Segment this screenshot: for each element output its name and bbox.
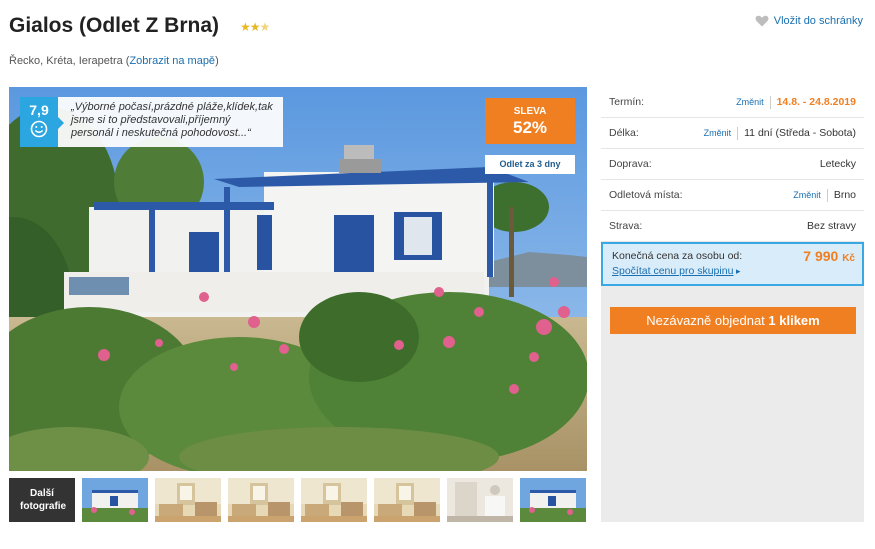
detail-label: Strava:: [609, 220, 643, 232]
thumbnail-image: [82, 478, 148, 522]
change-link[interactable]: Změnit: [736, 97, 764, 107]
divider: [737, 126, 739, 140]
review-quote: „Výborné počasí,prázdné pláže,klídek,tak…: [58, 97, 283, 147]
detail-value: Bez stravy: [806, 220, 856, 232]
heart-icon: [755, 15, 769, 27]
detail-row: Strava: Bez stravy: [601, 211, 864, 242]
detail-row: Odletová místa: Změnit Brno: [601, 180, 864, 211]
location-text-end: ): [215, 55, 219, 67]
star-rating: ★★★: [240, 20, 271, 34]
detail-value: Brno: [833, 189, 856, 201]
change-link[interactable]: Změnit: [704, 128, 732, 138]
detail-row: Termín: Změnit 14.8. - 24.8.2019: [601, 87, 864, 118]
detail-row: Doprava: Letecky: [601, 149, 864, 180]
order-button[interactable]: Nezávazně objednat 1 klikem: [610, 307, 856, 334]
thumbnail-image: [301, 478, 367, 522]
price-currency: Kč: [842, 253, 855, 264]
departure-badge: Odlet za 3 dny: [485, 155, 575, 174]
price-value: 7 990: [803, 248, 839, 264]
price-label: Konečná cena za osobu od:: [612, 250, 743, 262]
gallery-thumbnail[interactable]: [82, 478, 148, 522]
favorite-label: Vložit do schránky: [773, 15, 863, 27]
detail-label: Délka:: [609, 127, 639, 139]
gallery-thumbnail[interactable]: [228, 478, 294, 522]
thumbnail-image: [155, 478, 221, 522]
detail-row: Délka: Změnit 11 dní (Středa - Sobota): [601, 118, 864, 149]
location-text: Řecko, Kréta, Ierapetra (: [9, 55, 130, 67]
detail-value: Letecky: [819, 158, 856, 170]
detail-label: Odletová místa:: [609, 189, 683, 201]
rating-score: 7,9: [29, 102, 49, 118]
detail-label: Termín:: [609, 96, 645, 108]
detail-value: 14.8. - 24.8.2019: [776, 96, 856, 108]
group-price-link[interactable]: Spočítat cenu pro skupinu: [612, 265, 733, 277]
discount-label: SLEVA: [513, 106, 547, 117]
hotel-title: Gialos (Odlet Z Brna): [9, 14, 220, 37]
divider: [826, 188, 828, 202]
more-photos-button[interactable]: Další fotografie: [9, 478, 75, 522]
thumbnail-image: [447, 478, 513, 522]
order-button-text: Nezávazně objednat: [646, 313, 765, 328]
thumbnail-image: [520, 478, 586, 522]
thumbnail-image: [374, 478, 440, 522]
chevron-right-icon: ▸: [736, 266, 741, 276]
smiley-icon: [30, 120, 48, 138]
star-icon: ★: [249, 20, 261, 34]
add-to-favorites-button[interactable]: Vložit do schránky: [755, 15, 863, 27]
gallery-thumbnail[interactable]: [155, 478, 221, 522]
gallery-thumbnail[interactable]: [520, 478, 586, 522]
order-button-strong: 1 klikem: [768, 313, 820, 328]
customer-rating-badge: 7,9: [20, 97, 58, 147]
detail-value: 11 dní (Středa - Sobota): [744, 127, 856, 139]
divider: [769, 95, 771, 109]
price-box: Konečná cena za osobu od: Spočítat cenu …: [601, 242, 864, 286]
price-amount: 7 990 Kč: [803, 248, 855, 264]
thumbnail-image: [228, 478, 294, 522]
gallery-thumbnail[interactable]: [301, 478, 367, 522]
location: Řecko, Kréta, Ierapetra (Zobrazit na map…: [9, 55, 219, 67]
gallery-thumbnail[interactable]: [374, 478, 440, 522]
detail-label: Doprava:: [609, 158, 652, 170]
half-star-icon: ★: [259, 20, 271, 34]
discount-value: 52%: [512, 118, 548, 137]
star-icon: ★: [240, 20, 251, 34]
show-on-map-link[interactable]: Zobrazit na mapě: [129, 55, 215, 67]
gallery-thumbnail[interactable]: [447, 478, 513, 522]
discount-badge: SLEVA 52%: [485, 98, 575, 144]
more-photos-label: Další fotografie: [20, 488, 67, 512]
change-link[interactable]: Změnit: [793, 190, 821, 200]
